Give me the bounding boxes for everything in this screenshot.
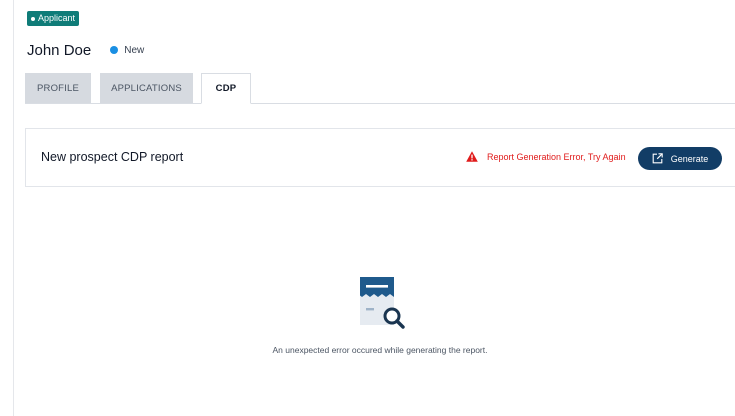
applicant-header: John Doe New (27, 40, 144, 60)
report-error-text: Report Generation Error, Try Again (487, 151, 626, 162)
report-title: New prospect CDP report (41, 150, 184, 164)
generate-button[interactable]: Generate (638, 147, 722, 170)
report-error-message: Report Generation Error, Try Again (466, 151, 626, 162)
receipt-search-icon (360, 277, 405, 329)
cdp-report-card: New prospect CDP report Report Generatio… (25, 128, 735, 187)
tab-applications-label: APPLICATIONS (111, 82, 182, 94)
external-link-icon (652, 153, 663, 164)
tab-cdp-label: CDP (215, 83, 237, 94)
tab-profile-label: PROFILE (36, 82, 80, 94)
tab-applications[interactable]: APPLICATIONS (100, 73, 193, 103)
tab-cdp[interactable]: CDP (201, 73, 251, 104)
generate-button-label: Generate (670, 153, 709, 164)
tab-profile[interactable]: PROFILE (25, 73, 91, 103)
applicant-badge: Applicant (27, 11, 80, 26)
status-dot-icon (110, 46, 119, 54)
dot-icon (31, 16, 35, 21)
status-label: New (124, 44, 145, 56)
applicant-badge-label: Applicant (38, 13, 76, 23)
status-indicator: New (110, 45, 144, 56)
empty-state-message: An unexpected error occured while genera… (272, 345, 488, 355)
applicant-name: John Doe (27, 41, 92, 59)
warning-triangle-icon (466, 151, 478, 162)
applicant-page: Applicant John Doe New PROFILE APPLICATI… (0, 0, 735, 416)
tab-bar: PROFILE APPLICATIONS CDP (25, 73, 735, 104)
